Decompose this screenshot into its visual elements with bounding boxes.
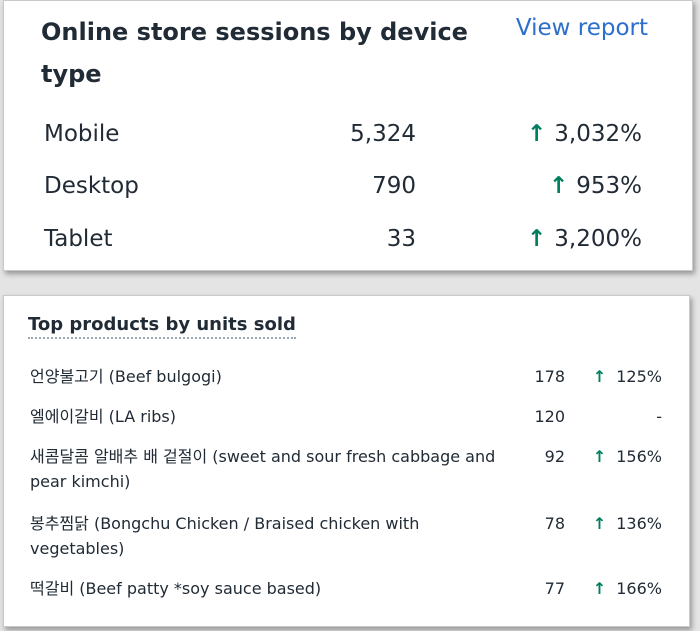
change-value: 3,200% xyxy=(554,226,642,252)
device-change: ↑ 3,200% xyxy=(527,226,642,252)
units-sold: 77 xyxy=(544,579,565,598)
arrow-up-icon: ↑ xyxy=(592,367,607,386)
change-value: 953% xyxy=(576,173,642,199)
card-title: Online store sessions by device type xyxy=(41,18,468,88)
units-change: ↑ 166% xyxy=(593,576,662,601)
change-value: 166% xyxy=(616,579,662,598)
device-row-mobile: Mobile 5,324 ↑ 3,032% xyxy=(4,121,692,161)
device-sessions: 5,324 xyxy=(350,121,416,147)
device-change: ↑ 953% xyxy=(549,173,642,199)
arrow-up-icon: ↑ xyxy=(527,121,547,147)
product-name[interactable]: 엘에이갈비 (LA ribs) xyxy=(30,404,500,429)
units-change: ↑ 156% xyxy=(593,444,662,469)
units-change: ↑ 136% xyxy=(593,511,662,536)
change-value: 3,032% xyxy=(554,121,642,147)
change-value: 136% xyxy=(616,514,662,533)
units-sold: 92 xyxy=(544,447,565,466)
product-name[interactable]: 새콤달콤 알배추 배 겉절이 (sweet and sour fresh cab… xyxy=(30,444,500,494)
arrow-up-icon: ↑ xyxy=(592,579,607,598)
change-value: - xyxy=(656,407,662,426)
device-row-desktop: Desktop 790 ↑ 953% xyxy=(4,173,692,213)
arrow-up-icon: ↑ xyxy=(527,226,547,252)
device-row-tablet: Tablet 33 ↑ 3,200% xyxy=(4,226,692,266)
device-sessions: 33 xyxy=(386,226,416,252)
top-products-card: Top products by units sold 언양불고기 (Beef b… xyxy=(3,295,690,627)
units-sold: 178 xyxy=(534,367,565,386)
arrow-up-icon: ↑ xyxy=(548,173,569,199)
units-change: - xyxy=(656,404,662,429)
units-sold: 78 xyxy=(544,514,565,533)
arrow-up-icon: ↑ xyxy=(592,447,607,466)
change-value: 156% xyxy=(616,447,662,466)
card-title: Top products by units sold xyxy=(28,314,296,339)
view-report-link[interactable]: View report xyxy=(516,15,648,41)
device-name: Tablet xyxy=(44,226,113,252)
sessions-by-device-card: Online store sessions by device type Vie… xyxy=(3,0,693,271)
change-value: 125% xyxy=(616,367,662,386)
units-change: ↑ 125% xyxy=(593,364,662,389)
arrow-up-icon: ↑ xyxy=(592,514,607,533)
units-sold: 120 xyxy=(534,407,565,426)
product-name[interactable]: 언양불고기 (Beef bulgogi) xyxy=(30,364,500,389)
device-name: Mobile xyxy=(44,121,120,147)
device-change: ↑ 3,032% xyxy=(527,121,642,147)
device-name: Desktop xyxy=(44,173,139,199)
device-sessions: 790 xyxy=(372,173,416,199)
product-name[interactable]: 떡갈비 (Beef patty *soy sauce based) xyxy=(30,576,500,601)
product-name[interactable]: 봉추찜닭 (Bongchu Chicken / Braised chicken … xyxy=(30,511,500,561)
